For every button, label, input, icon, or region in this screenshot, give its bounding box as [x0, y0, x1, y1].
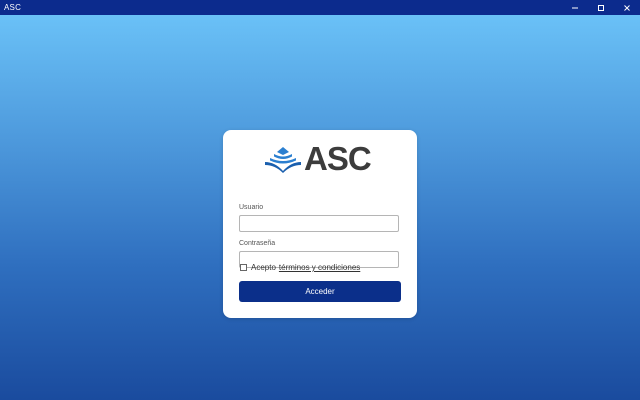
minimize-button[interactable]	[562, 0, 588, 15]
login-button[interactable]: Acceder	[239, 281, 401, 302]
book-waves-icon	[265, 147, 301, 173]
close-button[interactable]	[614, 0, 640, 15]
minimize-icon	[572, 7, 578, 8]
brand-logo-text: ASC	[304, 140, 372, 177]
terms-checkbox[interactable]	[240, 264, 247, 271]
window-controls	[562, 0, 640, 15]
window-title: ASC	[4, 3, 22, 12]
terms-row: Acepto términos y condiciones	[240, 263, 360, 272]
app-window: ASC ASC Usuario Contraseña Acepto términ…	[0, 0, 640, 400]
terms-prefix: Acepto	[251, 263, 276, 272]
terms-link[interactable]: términos y condiciones	[279, 263, 360, 272]
brand-logo: ASC	[263, 142, 379, 176]
password-label: Contraseña	[239, 240, 276, 247]
login-card: ASC Usuario Contraseña Acepto términos y…	[223, 130, 417, 318]
username-label: Usuario	[239, 204, 264, 211]
maximize-icon	[598, 4, 604, 11]
title-bar: ASC	[0, 0, 640, 15]
username-input[interactable]	[239, 215, 399, 232]
main-background: ASC Usuario Contraseña Acepto términos y…	[0, 15, 640, 400]
maximize-button[interactable]	[588, 0, 614, 15]
close-icon	[624, 4, 630, 11]
